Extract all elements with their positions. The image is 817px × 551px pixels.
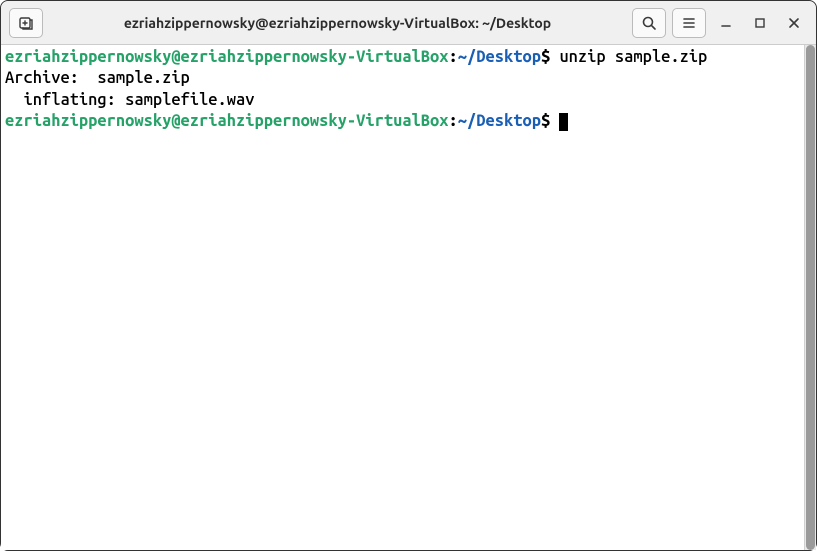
- prompt-symbol: $: [541, 48, 550, 66]
- prompt-path: ~/Desktop: [458, 48, 541, 66]
- scrollbar-track[interactable]: [804, 45, 816, 550]
- command-text: [550, 112, 559, 130]
- terminal-line: inflating: samplefile.wav: [5, 90, 800, 111]
- window-title: ezriahzippernowsky@ezriahzippernowsky-Vi…: [49, 15, 626, 31]
- close-button[interactable]: [780, 9, 808, 37]
- terminal-line: Archive: sample.zip: [5, 68, 800, 89]
- prompt-sep: :: [449, 48, 458, 66]
- new-tab-button[interactable]: [9, 8, 43, 38]
- titlebar-right-group: [632, 8, 808, 38]
- prompt-sep: :: [449, 112, 458, 130]
- prompt-path: ~/Desktop: [458, 112, 541, 130]
- close-icon: [787, 16, 801, 30]
- cursor: [559, 113, 568, 131]
- command-text: unzip sample.zip: [550, 48, 707, 66]
- minimize-icon: [719, 16, 733, 30]
- maximize-icon: [753, 16, 767, 30]
- terminal-line: ezriahzippernowsky@ezriahzippernowsky-Vi…: [5, 47, 800, 68]
- search-button[interactable]: [632, 8, 666, 38]
- scrollbar-thumb[interactable]: [806, 45, 815, 550]
- prompt-user-host: ezriahzippernowsky@ezriahzippernowsky-Vi…: [5, 112, 449, 130]
- hamburger-icon: [681, 15, 697, 31]
- search-icon: [641, 15, 657, 31]
- menu-button[interactable]: [672, 8, 706, 38]
- terminal-line: ezriahzippernowsky@ezriahzippernowsky-Vi…: [5, 111, 800, 132]
- prompt-symbol: $: [541, 112, 550, 130]
- terminal-area: ezriahzippernowsky@ezriahzippernowsky-Vi…: [1, 45, 816, 550]
- maximize-button[interactable]: [746, 9, 774, 37]
- window-titlebar: ezriahzippernowsky@ezriahzippernowsky-Vi…: [1, 1, 816, 45]
- prompt-user-host: ezriahzippernowsky@ezriahzippernowsky-Vi…: [5, 48, 449, 66]
- minimize-button[interactable]: [712, 9, 740, 37]
- new-tab-icon: [18, 15, 34, 31]
- terminal-output[interactable]: ezriahzippernowsky@ezriahzippernowsky-Vi…: [1, 45, 804, 550]
